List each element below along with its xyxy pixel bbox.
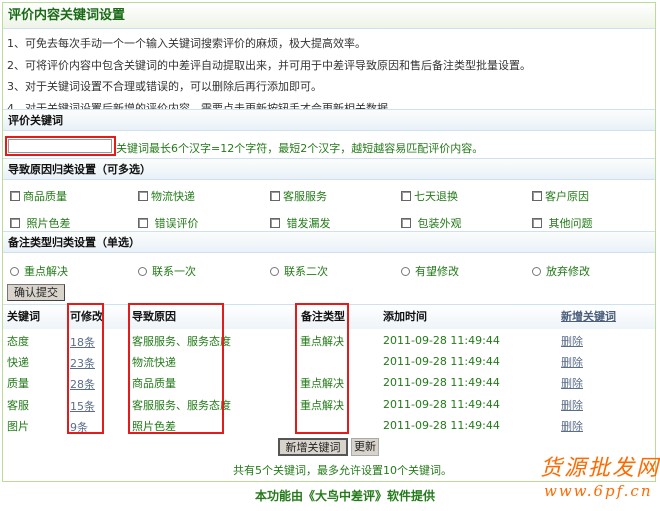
row-time: 2011-09-28 11:49:44: [383, 334, 500, 347]
add-keyword-button[interactable]: 新增关键词: [278, 438, 348, 456]
reason-checkbox-2[interactable]: 客服服务: [270, 188, 327, 204]
footer-text: 本功能由《大鸟中差评》软件提供: [255, 489, 436, 503]
reason-checkbox-4[interactable]: 客户原因: [532, 188, 589, 204]
summary-text: 共有5个关键词，最多允许设置10个关键词。: [233, 464, 452, 477]
radio-icon[interactable]: [10, 267, 19, 276]
remark-section-header: 备注类型归类设置（单选）: [3, 231, 655, 253]
delete-link[interactable]: 删除: [561, 333, 583, 349]
row-keyword: 图片: [7, 419, 29, 433]
keyword-hint: 关键词最长6个汉字=12个字符，最短2个汉字，越短越容易匹配评价内容。: [116, 142, 484, 155]
remark-radio-1[interactable]: 联系一次: [138, 263, 196, 279]
checkbox-icon[interactable]: [401, 218, 411, 228]
row-keyword: 客服: [7, 398, 29, 412]
checkbox-icon[interactable]: [10, 191, 20, 201]
checkbox-icon[interactable]: [138, 191, 148, 201]
delete-link[interactable]: 删除: [561, 375, 583, 391]
checkbox-icon[interactable]: [138, 218, 148, 228]
highlight-remark-column: [295, 303, 349, 434]
keyword-section-header: 评价关键词: [3, 109, 655, 131]
radio-icon[interactable]: [532, 267, 541, 276]
reason-checkbox-1[interactable]: 物流快递: [138, 188, 195, 204]
reason-checkbox-3[interactable]: 七天退换: [401, 188, 458, 204]
instruction-1: 1、可免去每次手动一个一个输入关键词搜索评价的麻烦，极大提高效率。: [7, 37, 366, 50]
row-time: 2011-09-28 11:49:44: [383, 376, 500, 390]
delete-link[interactable]: 删除: [561, 354, 583, 370]
reason-checkbox-7[interactable]: 错发漏发: [270, 215, 331, 231]
highlight-reason-column: [128, 303, 224, 434]
reason-checkbox-5[interactable]: 照片色差: [10, 215, 71, 231]
instruction-3: 3、对于关键词设置不合理或错误的，可以删除后再行添加即可。: [7, 80, 322, 93]
reason-checkbox-0[interactable]: 商品质量: [10, 188, 67, 204]
reason-checkbox-6[interactable]: 错误评价: [138, 215, 199, 231]
confirm-submit-button[interactable]: 确认提交: [7, 284, 65, 301]
reason-checkbox-8[interactable]: 包装外观: [401, 215, 462, 231]
delete-link[interactable]: 删除: [561, 418, 583, 434]
remark-radio-4[interactable]: 放弃修改: [532, 263, 590, 279]
remark-radio-3[interactable]: 有望修改: [401, 263, 459, 279]
radio-icon[interactable]: [401, 267, 410, 276]
page-title: 评价内容关键词设置: [3, 3, 655, 29]
checkbox-icon[interactable]: [270, 191, 280, 201]
checkbox-icon[interactable]: [10, 218, 20, 228]
reason-section-header: 导致原因归类设置（可多选）: [3, 158, 655, 180]
col-keyword: 关键词: [7, 310, 40, 323]
delete-link[interactable]: 删除: [561, 397, 583, 413]
checkbox-icon[interactable]: [401, 191, 411, 201]
row-time: 2011-09-28 11:49:44: [383, 355, 500, 369]
row-time: 2011-09-28 11:49:44: [383, 397, 500, 411]
reason-checkbox-9[interactable]: 其他问题: [532, 215, 593, 231]
row-keyword: 快递: [7, 356, 29, 370]
highlight-count-column: [67, 303, 104, 434]
instruction-2: 2、可将评价内容中包含关键词的中差评自动提取出来，并可用于中差评导致原因和售后备…: [7, 59, 531, 72]
row-keyword: 态度: [7, 335, 29, 348]
checkbox-icon[interactable]: [532, 191, 542, 201]
row-time: 2011-09-28 11:49:44: [383, 418, 500, 432]
watermark-logo: 货源批发网: [540, 456, 660, 481]
remark-radio-0[interactable]: 重点解决: [10, 263, 68, 279]
checkbox-icon[interactable]: [270, 218, 280, 228]
add-keyword-link[interactable]: 新增关键词: [561, 305, 616, 329]
checkbox-icon[interactable]: [532, 218, 542, 228]
watermark-url: www.6pf.cn: [544, 482, 653, 500]
refresh-button[interactable]: 更新: [351, 438, 379, 456]
row-keyword: 质量: [7, 377, 29, 391]
radio-icon[interactable]: [138, 267, 147, 276]
highlight-keyword-input: [5, 136, 116, 156]
remark-radio-2[interactable]: 联系二次: [270, 263, 328, 279]
radio-icon[interactable]: [270, 267, 279, 276]
col-time: 添加时间: [383, 310, 427, 323]
